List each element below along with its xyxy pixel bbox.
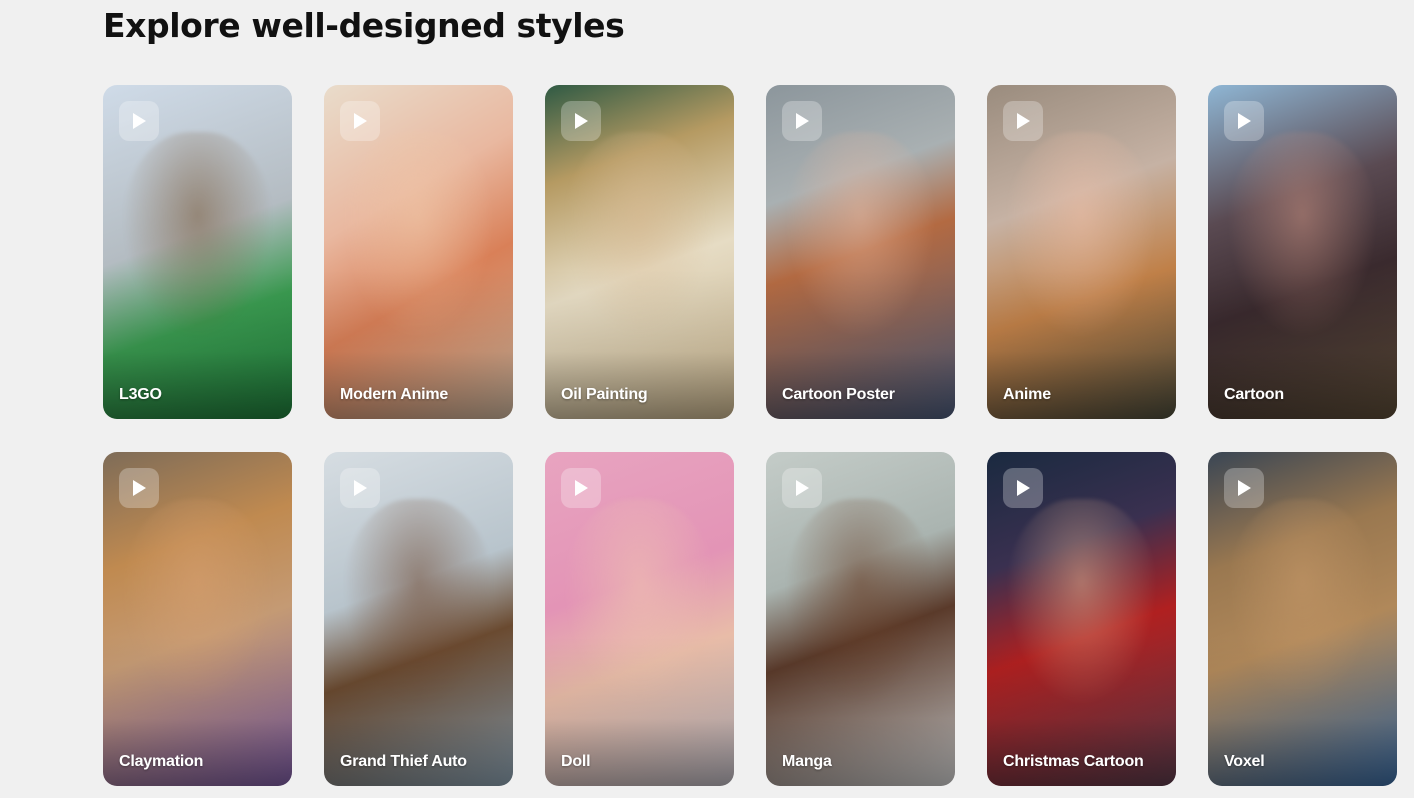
style-card-cartoon-poster[interactable]: Cartoon Poster — [766, 85, 955, 419]
style-card-label: Doll — [561, 753, 591, 770]
play-button[interactable] — [561, 468, 601, 508]
style-card-doll[interactable]: Doll — [545, 452, 734, 786]
style-card-label: Christmas Cartoon — [1003, 753, 1144, 770]
style-card-voxel[interactable]: Voxel — [1208, 452, 1397, 786]
play-icon — [133, 113, 146, 129]
style-card-label: Oil Painting — [561, 386, 648, 403]
style-card-grand-thief-auto[interactable]: Grand Thief Auto — [324, 452, 513, 786]
style-card-modern-anime[interactable]: Modern Anime — [324, 85, 513, 419]
play-button[interactable] — [1003, 101, 1043, 141]
style-card-label: L3GO — [119, 386, 162, 403]
section-heading: Explore well-designed styles — [103, 6, 625, 45]
style-card-label: Cartoon Poster — [782, 386, 895, 403]
play-button[interactable] — [1224, 468, 1264, 508]
style-card-label: Grand Thief Auto — [340, 753, 467, 770]
style-grid: L3GO Modern Anime Oil Painting Cartoon P… — [103, 85, 1397, 786]
play-icon — [1238, 113, 1251, 129]
play-icon — [354, 113, 367, 129]
play-button[interactable] — [1003, 468, 1043, 508]
style-card-cartoon[interactable]: Cartoon — [1208, 85, 1397, 419]
style-card-claymation[interactable]: Claymation — [103, 452, 292, 786]
style-card-l3go[interactable]: L3GO — [103, 85, 292, 419]
play-button[interactable] — [782, 101, 822, 141]
style-card-oil-painting[interactable]: Oil Painting — [545, 85, 734, 419]
play-icon — [354, 480, 367, 496]
play-icon — [1017, 113, 1030, 129]
style-card-label: Anime — [1003, 386, 1051, 403]
play-icon — [575, 113, 588, 129]
play-icon — [575, 480, 588, 496]
style-card-manga[interactable]: Manga — [766, 452, 955, 786]
style-card-label: Manga — [782, 753, 832, 770]
play-button[interactable] — [119, 468, 159, 508]
play-button[interactable] — [561, 101, 601, 141]
play-button[interactable] — [340, 468, 380, 508]
style-card-christmas-cartoon[interactable]: Christmas Cartoon — [987, 452, 1176, 786]
play-button[interactable] — [340, 101, 380, 141]
style-card-label: Cartoon — [1224, 386, 1284, 403]
play-icon — [1017, 480, 1030, 496]
style-card-anime[interactable]: Anime — [987, 85, 1176, 419]
play-icon — [1238, 480, 1251, 496]
play-icon — [133, 480, 146, 496]
style-card-label: Claymation — [119, 753, 204, 770]
play-button[interactable] — [1224, 101, 1264, 141]
play-button[interactable] — [782, 468, 822, 508]
style-card-label: Modern Anime — [340, 386, 449, 403]
play-icon — [796, 113, 809, 129]
play-button[interactable] — [119, 101, 159, 141]
play-icon — [796, 480, 809, 496]
style-card-label: Voxel — [1224, 753, 1265, 770]
